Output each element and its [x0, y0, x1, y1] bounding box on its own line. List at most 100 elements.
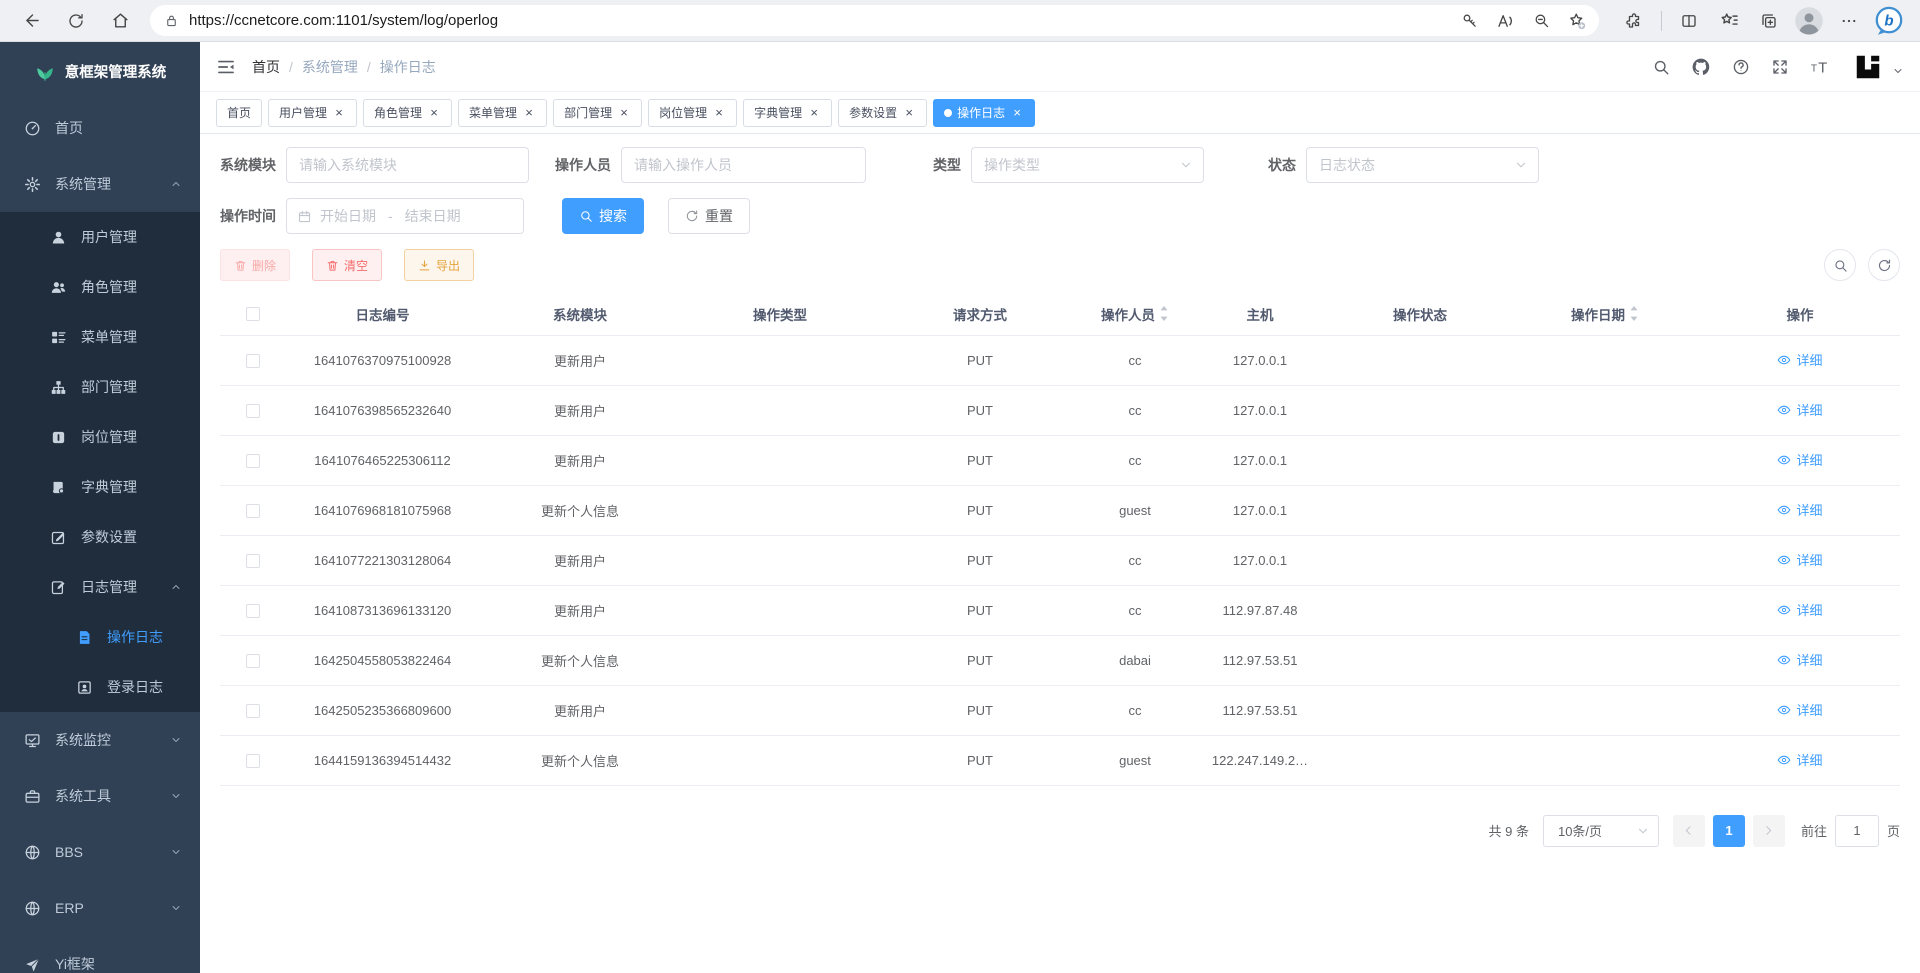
row-checkbox[interactable] [246, 754, 260, 768]
browser-home-button[interactable] [102, 4, 138, 38]
sidebar-item-user-mgmt[interactable]: 用户管理 [0, 212, 200, 262]
sidebar-item-system-monitor[interactable]: 系统监控 [0, 712, 200, 768]
delete-button[interactable]: 删除 [220, 249, 290, 281]
breadcrumb-home[interactable]: 首页 [252, 57, 280, 77]
sort-caret-icon[interactable] [1159, 305, 1169, 322]
reset-button[interactable]: 重置 [668, 198, 750, 234]
module-input[interactable] [286, 147, 529, 183]
sidebar-item-system-mgmt[interactable]: 系统管理 [0, 156, 200, 212]
type-select[interactable]: 操作类型 [971, 147, 1204, 183]
row-checkbox[interactable] [246, 454, 260, 468]
tab-close-icon[interactable]: × [332, 106, 346, 120]
tab-close-icon[interactable]: × [427, 106, 441, 120]
page-number-1[interactable]: 1 [1713, 815, 1745, 847]
col-operator[interactable]: 操作人员 [1080, 293, 1190, 335]
tab-close-icon[interactable]: × [902, 106, 916, 120]
clear-button[interactable]: 清空 [312, 249, 382, 281]
export-button[interactable]: 导出 [404, 249, 474, 281]
github-button[interactable] [1691, 57, 1711, 77]
date-range-picker[interactable]: 开始日期 - 结束日期 [286, 198, 524, 234]
fullscreen-button[interactable] [1771, 58, 1789, 76]
row-checkbox[interactable] [246, 504, 260, 518]
tab-close-icon[interactable]: × [1010, 106, 1024, 120]
col-op-date[interactable]: 操作日期 [1510, 293, 1700, 335]
detail-link[interactable]: 详细 [1777, 750, 1822, 769]
detail-link[interactable]: 详细 [1777, 500, 1822, 519]
sidebar-item-param-settings[interactable]: 参数设置 [0, 512, 200, 562]
page-size-select[interactable]: 10条/页 [1543, 815, 1659, 847]
goto-page-input[interactable] [1835, 815, 1879, 847]
sidebar-item-post-mgmt[interactable]: 岗位管理 [0, 412, 200, 462]
browser-back-button[interactable] [14, 4, 50, 38]
sidebar-item-dict-mgmt[interactable]: 字典管理 [0, 462, 200, 512]
detail-link[interactable]: 详细 [1777, 600, 1822, 619]
sidebar-item-oper-log[interactable]: 操作日志 [0, 612, 200, 662]
prev-page-button[interactable] [1673, 815, 1705, 847]
user-menu-caret[interactable] [1892, 65, 1904, 77]
sort-caret-icon[interactable] [1629, 305, 1639, 322]
browser-refresh-button[interactable] [58, 4, 94, 38]
tab-close-icon[interactable]: × [712, 106, 726, 120]
row-checkbox[interactable] [246, 654, 260, 668]
row-checkbox[interactable] [246, 554, 260, 568]
help-button[interactable] [1732, 58, 1750, 76]
sidebar-item-dept-mgmt[interactable]: 部门管理 [0, 362, 200, 412]
tab-close-icon[interactable]: × [617, 106, 631, 120]
next-page-button[interactable] [1753, 815, 1785, 847]
collections-button[interactable] [1752, 4, 1786, 38]
extensions-button[interactable] [1617, 4, 1651, 38]
sidebar-item-role-mgmt[interactable]: 角色管理 [0, 262, 200, 312]
detail-link[interactable]: 详细 [1777, 350, 1822, 369]
address-bar[interactable]: https://ccnetcore.com:1101/system/log/op… [150, 5, 1599, 36]
sidebar-item-menu-mgmt[interactable]: 菜单管理 [0, 312, 200, 362]
password-button[interactable] [1453, 7, 1485, 35]
detail-link[interactable]: 详细 [1777, 450, 1822, 469]
font-size-button[interactable]: TT [1810, 56, 1832, 78]
tab-oper-log[interactable]: 操作日志× [933, 99, 1035, 127]
sidebar-item-yi-framework[interactable]: Yi框架 [0, 936, 200, 973]
tab-dict-mgmt[interactable]: 字典管理× [743, 99, 832, 127]
url-text[interactable]: https://ccnetcore.com:1101/system/log/op… [189, 12, 1453, 29]
read-aloud-button[interactable] [1489, 7, 1521, 35]
detail-link[interactable]: 详细 [1777, 700, 1822, 719]
app-logo[interactable]: 意框架管理系统 [0, 42, 200, 100]
detail-link[interactable]: 详细 [1777, 650, 1822, 669]
sidebar-item-login-log[interactable]: 登录日志 [0, 662, 200, 712]
tab-menu-mgmt[interactable]: 菜单管理× [458, 99, 547, 127]
select-all-checkbox[interactable] [246, 307, 260, 321]
sidebar-item-erp[interactable]: ERP [0, 880, 200, 936]
bing-chat-button[interactable]: b [1872, 4, 1906, 38]
row-checkbox[interactable] [246, 704, 260, 718]
status-select[interactable]: 日志状态 [1306, 147, 1539, 183]
tab-post-mgmt[interactable]: 岗位管理× [648, 99, 737, 127]
operator-input[interactable] [621, 147, 866, 183]
split-screen-button[interactable] [1672, 4, 1706, 38]
tab-param-settings[interactable]: 参数设置× [838, 99, 927, 127]
tab-close-icon[interactable]: × [522, 106, 536, 120]
search-button[interactable]: 搜索 [562, 198, 644, 234]
table-search-toggle-button[interactable] [1824, 249, 1856, 281]
zoom-out-button[interactable] [1525, 7, 1557, 35]
tab-home[interactable]: 首页 [216, 99, 262, 127]
select-all-header[interactable] [220, 293, 285, 335]
browser-menu-button[interactable] [1832, 4, 1866, 38]
hamburger-icon[interactable] [216, 57, 236, 77]
tab-role-mgmt[interactable]: 角色管理× [363, 99, 452, 127]
detail-link[interactable]: 详细 [1777, 400, 1822, 419]
favorites-button[interactable] [1712, 4, 1746, 38]
sidebar-item-bbs[interactable]: BBS [0, 824, 200, 880]
row-checkbox[interactable] [246, 354, 260, 368]
tab-close-icon[interactable]: × [807, 106, 821, 120]
header-search-button[interactable] [1652, 58, 1670, 76]
detail-link[interactable]: 详细 [1777, 550, 1822, 569]
row-checkbox[interactable] [246, 604, 260, 618]
sidebar-item-system-tools[interactable]: 系统工具 [0, 768, 200, 824]
browser-profile-button[interactable] [1792, 4, 1826, 38]
tab-dept-mgmt[interactable]: 部门管理× [553, 99, 642, 127]
table-refresh-button[interactable] [1868, 249, 1900, 281]
tab-user-mgmt[interactable]: 用户管理× [268, 99, 357, 127]
sidebar-item-home[interactable]: 首页 [0, 100, 200, 156]
add-favorite-button[interactable] [1561, 7, 1593, 35]
row-checkbox[interactable] [246, 404, 260, 418]
sidebar-item-log-mgmt[interactable]: 日志管理 [0, 562, 200, 612]
